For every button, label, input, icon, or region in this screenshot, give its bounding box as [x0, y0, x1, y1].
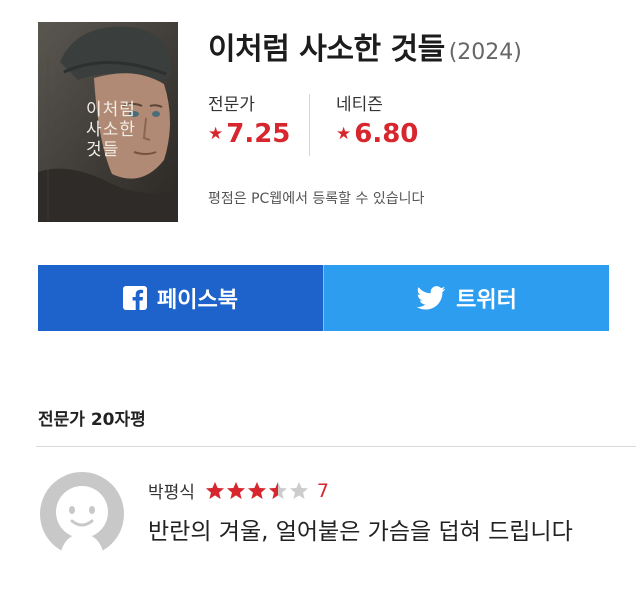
critic-rating-value-wrap: ★ 7.25 — [208, 119, 290, 149]
movie-year: (2024) — [448, 40, 522, 65]
avatar — [40, 472, 124, 556]
poster-title-text: 이처럼 사소한 것들 — [86, 100, 136, 160]
rating-note: 평점은 PC웹에서 등록할 수 있습니다 — [208, 191, 425, 207]
facebook-share-button[interactable]: 페이스북 — [38, 265, 323, 331]
critic-rating-label: 전문가 — [208, 95, 255, 115]
movie-title-text: 이처럼 사소한 것들 — [208, 32, 445, 67]
review-score: 7 — [316, 479, 330, 502]
reviewer-line: 박평식 7 — [148, 478, 330, 504]
star-icon — [226, 481, 245, 499]
twitter-share-label: 트위터 — [456, 288, 517, 313]
critic-rating-value: 7.25 — [226, 119, 291, 149]
default-avatar-icon — [40, 472, 124, 556]
rating-divider — [309, 94, 310, 156]
movie-title: 이처럼 사소한 것들 (2024) — [208, 24, 522, 68]
star-icon — [268, 481, 287, 499]
twitter-share-button[interactable]: 트위터 — [323, 265, 609, 331]
netizen-rating-label: 네티즌 — [336, 95, 383, 115]
movie-poster[interactable]: 이처럼 사소한 것들 — [38, 22, 178, 222]
star-icon — [289, 481, 308, 499]
star-icon: ★ — [208, 124, 224, 144]
twitter-bird-icon — [416, 286, 446, 310]
star-icon: ★ — [336, 124, 352, 144]
netizen-rating: 네티즌 ★ 6.80 — [336, 90, 418, 149]
star-icon — [247, 481, 266, 499]
review-text: 반란의 겨울, 얼어붙은 가슴을 덥혀 드립니다 — [148, 519, 573, 545]
star-rating — [205, 481, 310, 501]
star-icon — [205, 481, 224, 499]
critic-rating: 전문가 ★ 7.25 — [208, 90, 290, 149]
facebook-share-label: 페이스북 — [157, 288, 238, 313]
critic-reviews-heading: 전문가 20자평 — [38, 410, 146, 430]
share-bar: 페이스북 트위터 — [38, 265, 609, 331]
reviewer-name: 박평식 — [148, 483, 195, 503]
netizen-rating-value-wrap: ★ 6.80 — [336, 119, 418, 149]
netizen-rating-value: 6.80 — [354, 119, 419, 149]
section-divider — [36, 446, 636, 447]
facebook-icon — [123, 286, 148, 310]
